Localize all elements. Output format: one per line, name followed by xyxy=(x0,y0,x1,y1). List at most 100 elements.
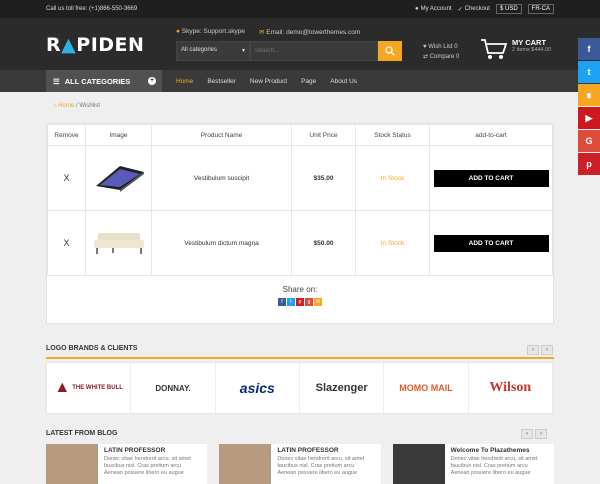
brand-logo[interactable]: DONNAY. xyxy=(131,363,216,413)
home-icon: ⌂ xyxy=(53,103,57,109)
product-name[interactable]: Vestibulum suscipit xyxy=(151,145,292,211)
social-sidebar: f t ∎ ▶ G p xyxy=(578,38,600,176)
sofa-image xyxy=(93,233,144,254)
search-button[interactable] xyxy=(378,41,402,61)
mini-cart[interactable]: MY CART 2 items $444.00 xyxy=(480,38,551,60)
brand-logo[interactable]: MOMO MAIL xyxy=(384,363,469,413)
blog-posts: LATIN PROFESSOR Donec vitae hendrerit ar… xyxy=(46,444,554,484)
email-share-icon[interactable]: ✉ xyxy=(314,298,322,306)
brands-arrows: ‹ › xyxy=(527,345,553,355)
bull-icon: ▲ xyxy=(54,379,71,396)
search-input[interactable] xyxy=(250,41,378,61)
top-bar: Call us toll free: (+1)866-550-3669 ● My… xyxy=(0,0,600,18)
add-to-cart-cell: ADD TO CART xyxy=(429,145,553,211)
breadcrumb: ⌂ Home / Wishlist xyxy=(53,103,100,109)
blog-arrows: ‹ › xyxy=(521,429,547,439)
share-section: Share on: f t p g ✉ xyxy=(47,285,553,306)
nav-item-home[interactable]: Home xyxy=(176,78,193,85)
remove-button[interactable]: X xyxy=(47,145,86,211)
brands-carousel: ▲ THE WHITE BULL DONNAY. asics Slazenger… xyxy=(46,362,554,414)
cart-title: MY CART xyxy=(512,38,547,47)
stock-status: In Stock xyxy=(355,210,430,276)
prev-arrow-icon[interactable]: ‹ xyxy=(521,429,533,439)
product-image[interactable] xyxy=(85,145,152,211)
blog-thumbnail xyxy=(219,444,272,484)
language-selector[interactable]: FR-CA xyxy=(527,4,554,14)
add-to-cart-button[interactable]: ADD TO CART xyxy=(433,169,549,187)
brand-logo[interactable]: ▲ THE WHITE BULL xyxy=(47,363,132,413)
email-info: ✉ Email: demo@towerthemes.com xyxy=(258,29,361,36)
twitter-icon[interactable]: t xyxy=(287,298,295,306)
google-plus-icon[interactable]: G xyxy=(578,130,600,152)
compare-icon: ⇄ xyxy=(423,54,429,60)
twitter-icon[interactable]: t xyxy=(578,61,600,83)
brand-logo[interactable]: asics xyxy=(216,363,300,413)
rss-icon[interactable]: ∎ xyxy=(578,84,600,106)
mail-icon: ✉ xyxy=(258,29,265,36)
nav-item-bestseller[interactable]: Bestseller xyxy=(207,78,236,85)
nav-item-page[interactable]: Page xyxy=(301,78,316,85)
breadcrumb-home[interactable]: ⌂ Home xyxy=(53,103,74,109)
logo[interactable]: R▲PIDEN xyxy=(46,34,144,56)
top-bar-links: ● My Account ✓ Checkout $ USD FR-CA xyxy=(415,4,554,14)
toll-free-text: Call us toll free: (+1)866-550-3669 xyxy=(46,6,138,12)
google-plus-icon[interactable]: g xyxy=(305,298,313,306)
facebook-icon[interactable]: f xyxy=(578,38,600,60)
add-to-cart-button[interactable]: ADD TO CART xyxy=(433,234,549,252)
product-name[interactable]: Vestibulum dictum magna xyxy=(151,210,292,276)
next-arrow-icon[interactable]: › xyxy=(541,345,553,355)
checkout-link[interactable]: ✓ Checkout xyxy=(458,6,490,13)
blog-post[interactable]: LATIN PROFESSOR Donec vitae hendrerit ar… xyxy=(219,444,381,484)
brands-section-title: LOGO BRANDS & CLIENTS xyxy=(46,345,138,352)
unit-price: $50.00 xyxy=(291,210,356,276)
next-arrow-icon[interactable]: › xyxy=(535,429,547,439)
all-categories-button[interactable]: ☰ ALL CATEGORIES + xyxy=(46,70,162,92)
plus-icon: + xyxy=(148,77,156,85)
contact-info: ● Skype: Support.skype ✉ Email: demo@tow… xyxy=(176,28,360,36)
tablet-image xyxy=(95,166,144,192)
search-category-select[interactable]: All categories ▾ xyxy=(176,41,250,61)
brand-logo[interactable]: Wilson xyxy=(469,363,553,413)
col-add-to-cart: add-to-cart xyxy=(429,124,553,146)
blog-section-title: LATEST FROM BLOG xyxy=(46,430,118,437)
table-row: X Vestibulum dictum magna $50.00 In Stoc… xyxy=(47,210,553,276)
prev-arrow-icon[interactable]: ‹ xyxy=(527,345,539,355)
compare-link[interactable]: ⇄ Compare 0 xyxy=(423,52,459,62)
wishlist-panel: Remove Image Product Name Unit Price Sto… xyxy=(46,123,554,324)
youtube-icon[interactable]: ▶ xyxy=(578,107,600,129)
my-account-link[interactable]: ● My Account xyxy=(415,6,452,12)
wishlist-link[interactable]: ♥ Wish List 0 xyxy=(423,42,459,52)
header: R▲PIDEN ● Skype: Support.skype ✉ Email: … xyxy=(0,18,600,70)
cart-summary: 2 items $444.00 xyxy=(512,47,552,53)
remove-button[interactable]: X xyxy=(47,210,86,276)
pinterest-icon[interactable]: p xyxy=(578,153,600,175)
blog-post[interactable]: LATIN PROFESSOR Donec vitae hendrerit ar… xyxy=(46,444,208,484)
menu-icon: ☰ xyxy=(53,76,60,86)
currency-selector[interactable]: $ USD xyxy=(495,4,522,14)
nav-item-new-product[interactable]: New Product xyxy=(250,78,287,85)
blog-thumbnail xyxy=(392,444,445,484)
blog-post[interactable]: Welcome To Plazathemes Donec vitae hendr… xyxy=(392,444,554,484)
unit-price: $35.00 xyxy=(291,145,356,211)
blog-post-title[interactable]: Welcome To Plazathemes xyxy=(451,447,538,454)
search-bar: All categories ▾ xyxy=(176,41,402,61)
product-image[interactable] xyxy=(85,210,152,276)
add-to-cart-cell: ADD TO CART xyxy=(429,210,553,276)
logo-triangle-icon: ▲ xyxy=(61,34,77,56)
breadcrumb-current: Wishlist xyxy=(79,103,100,109)
wishlist-table: Remove Image Product Name Unit Price Sto… xyxy=(47,124,553,276)
blog-post-title[interactable]: LATIN PROFESSOR xyxy=(104,447,191,454)
blog-thumbnail xyxy=(46,444,98,484)
skype-info: ● Skype: Support.skype xyxy=(176,28,245,35)
checkout-icon: ✓ xyxy=(457,6,463,13)
brand-logo[interactable]: Slazenger xyxy=(300,363,385,413)
pinterest-icon[interactable]: p xyxy=(296,298,304,306)
skype-icon: ● xyxy=(176,28,180,35)
nav-menu: Home Bestseller New Product Page About U… xyxy=(176,78,357,85)
nav-item-about-us[interactable]: About Us xyxy=(330,78,357,85)
heart-icon: ♥ xyxy=(423,44,427,50)
blog-post-title[interactable]: LATIN PROFESSOR xyxy=(277,447,364,454)
facebook-icon[interactable]: f xyxy=(278,298,286,306)
stock-status: In Stock xyxy=(355,145,430,211)
table-header-row: Remove Image Product Name Unit Price Sto… xyxy=(47,124,553,146)
